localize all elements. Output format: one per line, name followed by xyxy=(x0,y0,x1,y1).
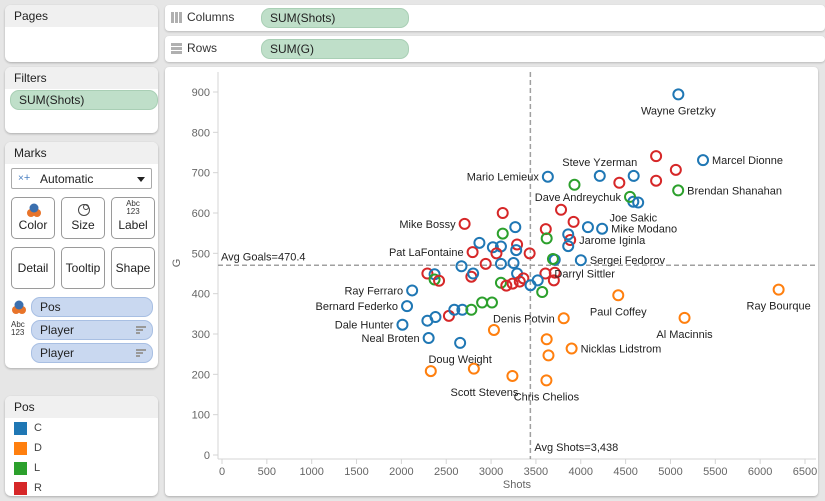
rows-label: Rows xyxy=(187,41,218,55)
label-encoding-icon: Abc 123 xyxy=(11,320,25,337)
detail-button-label: Detail xyxy=(17,261,49,275)
label-button[interactable]: Abc 123 Label xyxy=(111,197,155,239)
marks-title: Marks xyxy=(5,142,158,164)
view-card xyxy=(165,67,818,496)
mark-type-value: Automatic xyxy=(40,172,94,186)
legend-swatch-l xyxy=(14,462,27,475)
legend-swatch-r xyxy=(14,482,27,495)
automatic-mark-icon: ×+ xyxy=(18,172,31,184)
rows-pill-g[interactable]: SUM(G) xyxy=(261,39,409,59)
size-button-label: Size xyxy=(71,218,95,232)
label-button-label: Label xyxy=(118,218,148,232)
rows-icon xyxy=(171,43,182,54)
sort-icon xyxy=(136,326,146,335)
columns-icon xyxy=(171,12,182,23)
color-icon xyxy=(27,203,41,217)
pos-legend-card: Pos C D L R xyxy=(5,396,158,496)
filter-pill-shots[interactable]: SUM(Shots) xyxy=(10,90,158,110)
color-button-label: Color xyxy=(18,218,48,232)
tooltip-button-label: Tooltip xyxy=(65,261,101,275)
filters-card: Filters SUM(Shots) xyxy=(5,67,158,133)
pages-title: Pages xyxy=(5,5,158,27)
columns-label: Columns xyxy=(187,10,235,24)
pos-color-pill[interactable]: Pos xyxy=(31,297,153,317)
legend-swatch-d xyxy=(14,442,27,455)
sort-icon xyxy=(136,349,146,358)
filters-title: Filters xyxy=(5,67,158,89)
marks-card: Marks ×+ Automatic Color Size Abc 123 La… xyxy=(5,142,158,368)
color-button[interactable]: Color xyxy=(11,197,55,239)
columns-pill-shots[interactable]: SUM(Shots) xyxy=(261,8,409,28)
chevron-down-icon xyxy=(137,177,145,182)
shape-button-label: Shape xyxy=(115,261,151,275)
player-label-pill-2[interactable]: Player xyxy=(31,343,153,363)
color-encoding-icon xyxy=(12,300,26,314)
label-icon: Abc 123 xyxy=(126,199,140,216)
size-button[interactable]: Size xyxy=(61,197,105,239)
legend-title: Pos xyxy=(5,396,158,418)
size-icon xyxy=(78,204,90,216)
player-label-pill[interactable]: Player xyxy=(31,320,153,340)
pages-card: Pages xyxy=(5,5,158,62)
detail-button[interactable]: Detail xyxy=(11,247,55,289)
shape-button[interactable]: Shape xyxy=(111,247,155,289)
tooltip-button[interactable]: Tooltip xyxy=(61,247,105,289)
mark-type-dropdown[interactable]: ×+ Automatic xyxy=(11,168,152,189)
columns-shelf[interactable]: Columns SUM(Shots) xyxy=(165,5,825,31)
legend-swatch-c xyxy=(14,422,27,435)
rows-shelf[interactable]: Rows SUM(G) xyxy=(165,36,825,62)
